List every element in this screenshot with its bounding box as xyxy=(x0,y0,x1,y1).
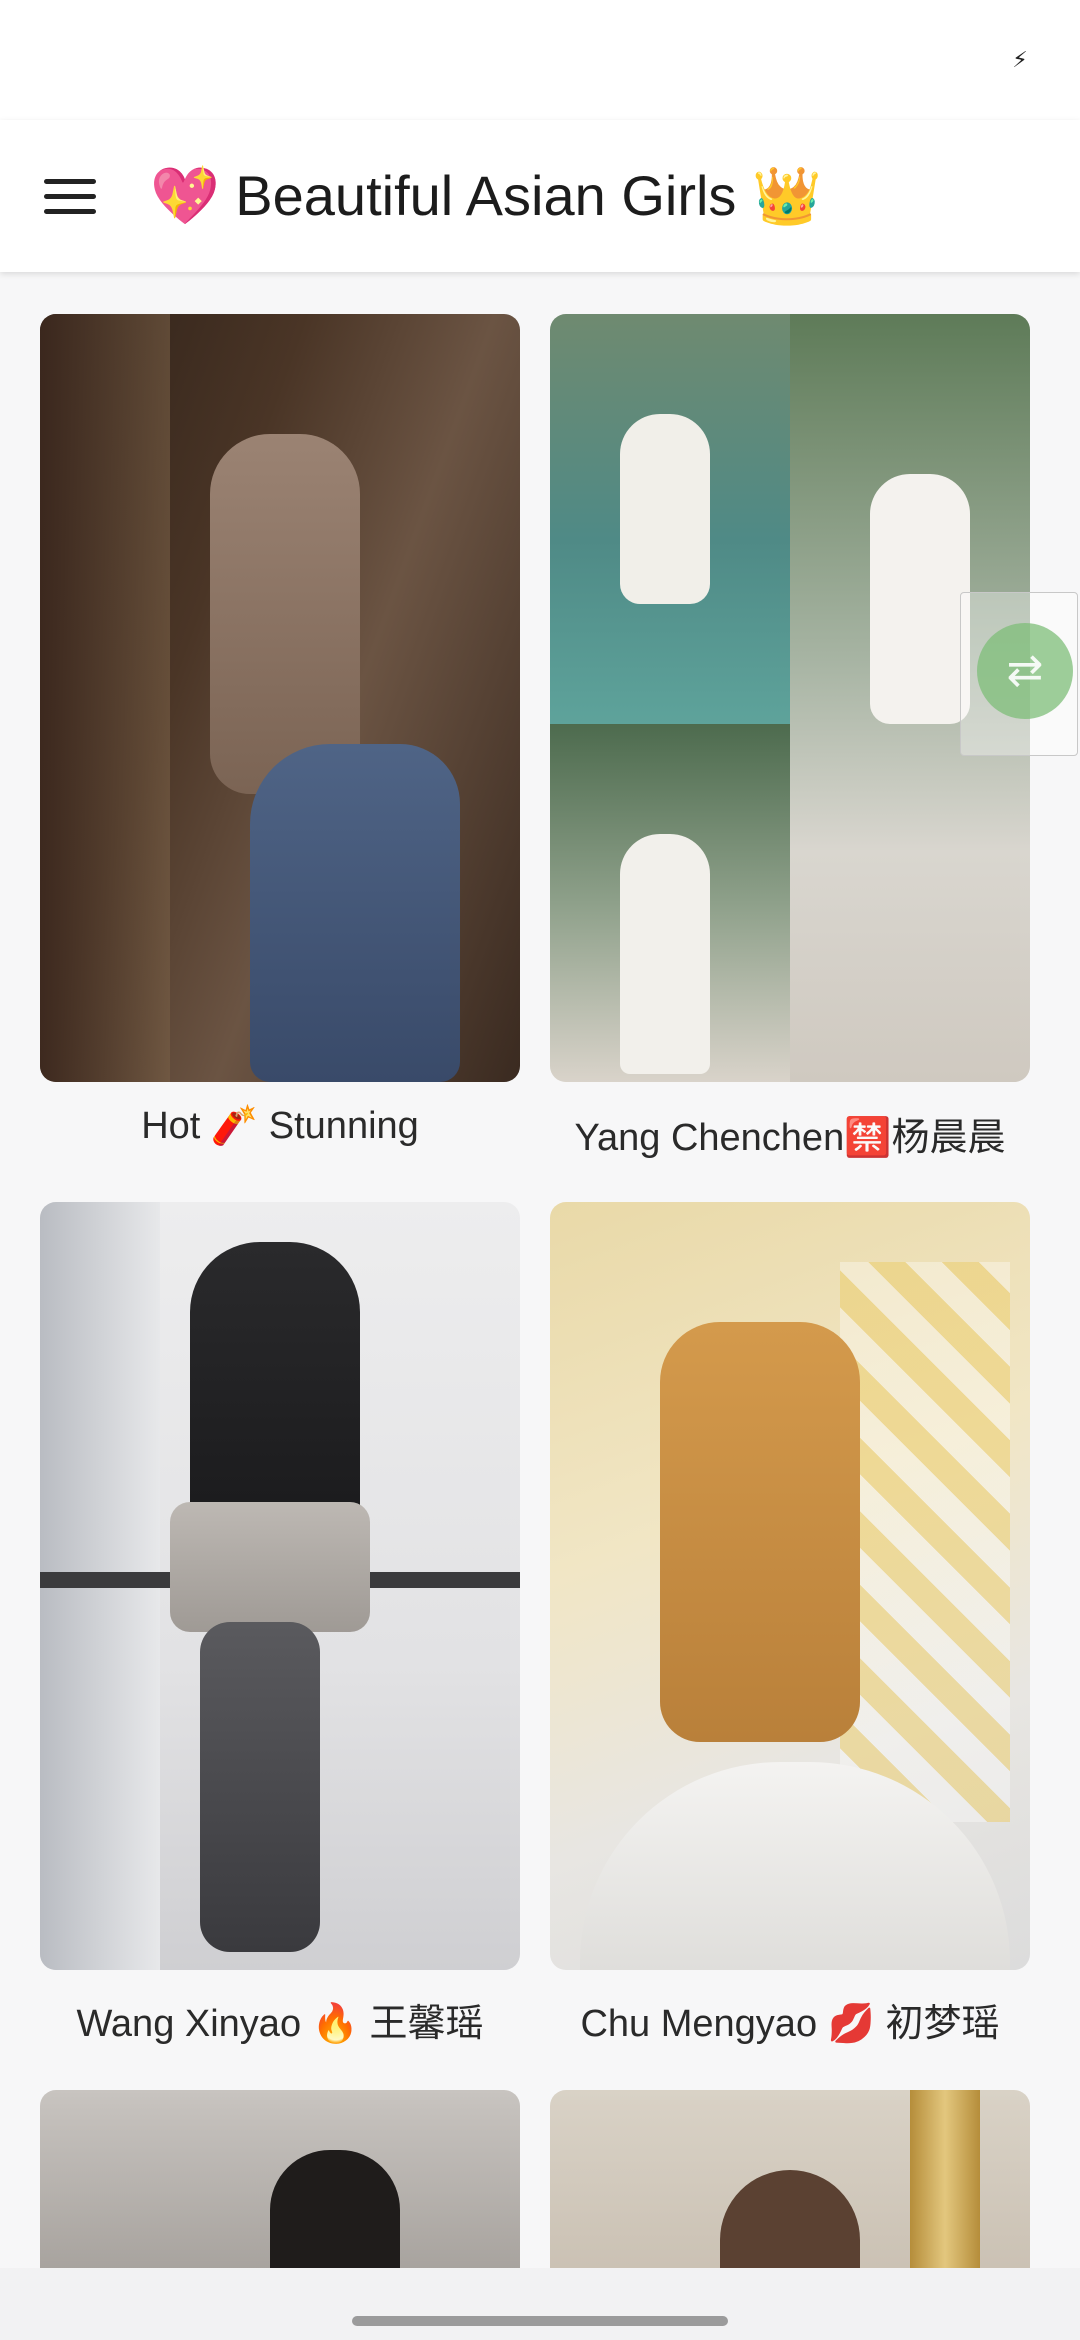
card-image[interactable] xyxy=(40,2090,520,2268)
gallery-card[interactable]: Wang Xinyao 🔥 王馨瑶 xyxy=(40,1202,520,2062)
page-title: 💖 Beautiful Asian Girls 👑 xyxy=(150,164,822,227)
gallery-card[interactable]: Hot 🧨 Stunning xyxy=(40,314,520,1174)
card-image[interactable] xyxy=(550,2090,1030,2268)
card-image[interactable] xyxy=(40,1202,520,1970)
app-bar: 💖 Beautiful Asian Girls 👑 xyxy=(0,120,1080,272)
status-bar: ⚡ xyxy=(0,0,1080,120)
card-caption: Yang Chenchen🈲杨晨晨 xyxy=(574,1117,1006,1159)
card-caption: Chu Mengyao 💋 初梦瑶 xyxy=(580,2003,1000,2045)
navigation-gesture-area xyxy=(0,2268,1080,2340)
card-image[interactable] xyxy=(40,314,520,1082)
lightning-icon: ⚡ xyxy=(1012,47,1028,72)
hamburger-menu-icon[interactable] xyxy=(40,164,104,228)
home-indicator[interactable] xyxy=(352,2316,728,2326)
card-image[interactable] xyxy=(550,1202,1030,1970)
gallery-card[interactable] xyxy=(550,2090,1030,2268)
card-image[interactable] xyxy=(550,314,1030,1082)
translate-icon: ⇄ xyxy=(1006,646,1044,695)
translate-widget[interactable]: ⇄ xyxy=(960,592,1078,756)
gallery-card[interactable]: Chu Mengyao 💋 初梦瑶 xyxy=(550,1202,1030,2062)
gallery-card[interactable]: Yang Chenchen🈲杨晨晨 xyxy=(550,314,1030,1174)
gallery-grid: Hot 🧨 Stunning Yang Chenchen🈲杨晨晨 Wang Xi… xyxy=(0,272,1080,2268)
card-caption: Hot 🧨 Stunning xyxy=(141,1105,419,1147)
card-caption: Wang Xinyao 🔥 王馨瑶 xyxy=(76,2003,484,2045)
gallery-card[interactable] xyxy=(40,2090,520,2268)
